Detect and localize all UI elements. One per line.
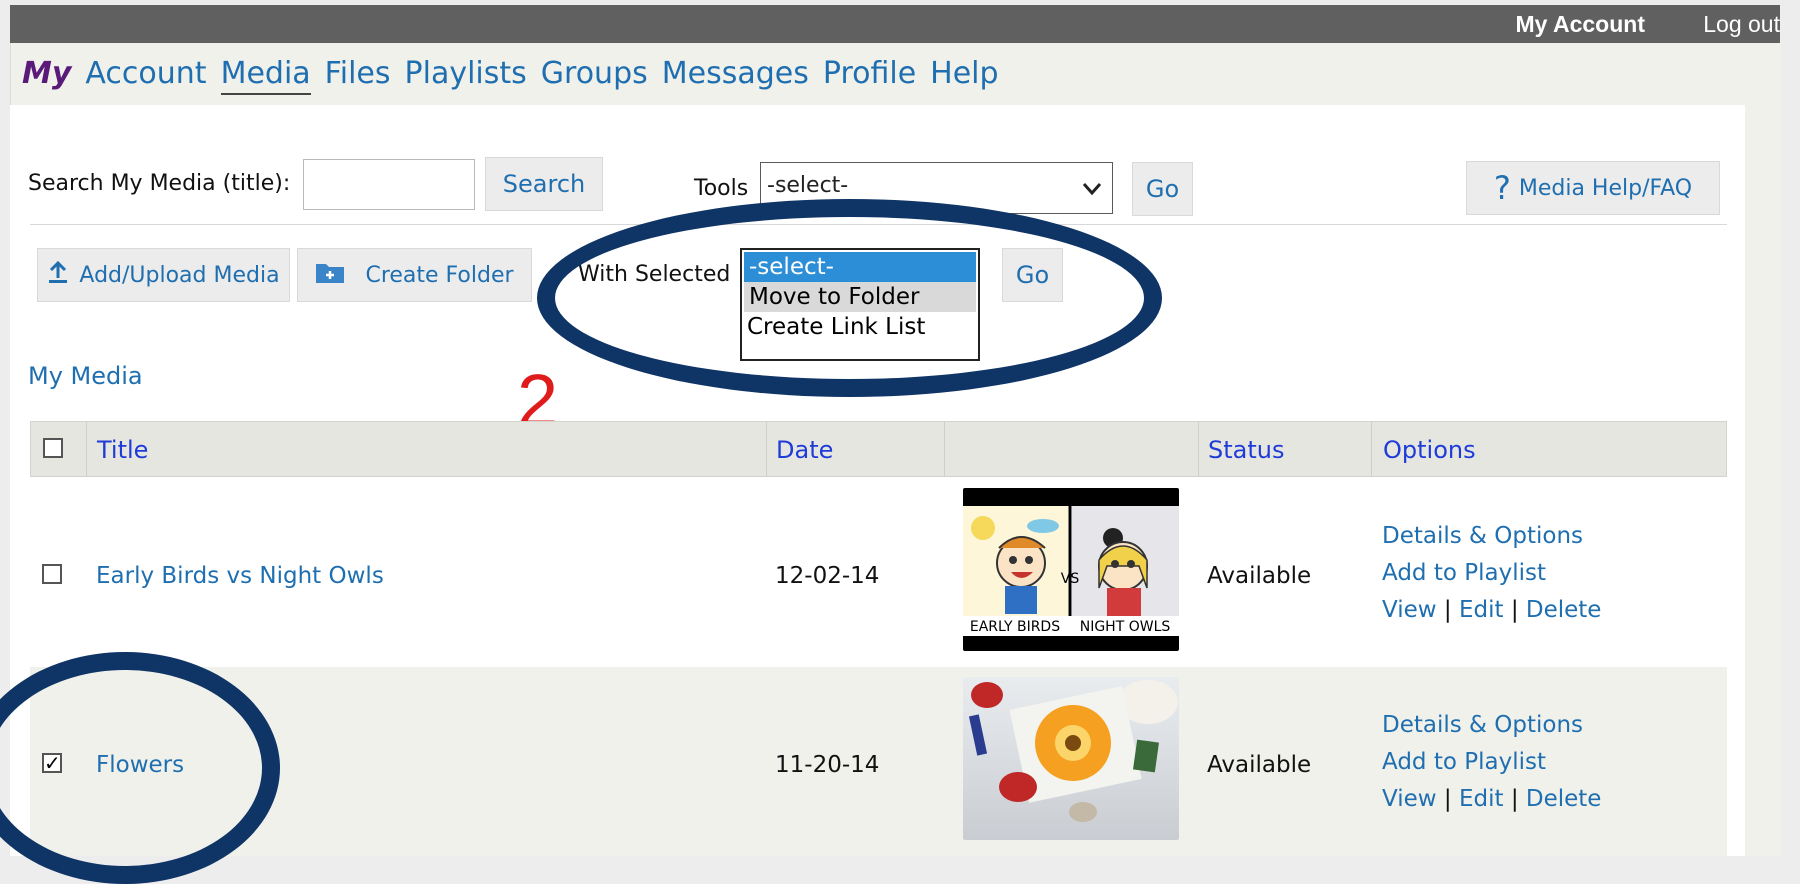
column-divider xyxy=(766,422,767,477)
early-birds-thumbnail-art: VS EARLY BIRDS NIGHT OWLS xyxy=(963,506,1179,636)
logout-link[interactable]: Log out xyxy=(1703,11,1780,38)
svg-text:EARLY BIRDS: EARLY BIRDS xyxy=(970,619,1060,635)
add-upload-media-label: Add/Upload Media xyxy=(79,262,280,288)
delete-link[interactable]: Delete xyxy=(1526,786,1602,812)
media-status: Available xyxy=(1207,563,1312,589)
media-help-label: Media Help/FAQ xyxy=(1518,175,1693,201)
column-header-date[interactable]: Date xyxy=(776,436,833,464)
upload-icon xyxy=(47,260,69,290)
separator: | xyxy=(1443,597,1459,623)
separator: | xyxy=(1510,786,1526,812)
nav-item-files[interactable]: Files xyxy=(325,56,391,91)
table-row: Early Birds vs Night Owls 12-02-14 VS EA… xyxy=(30,477,1727,667)
column-header-options: Options xyxy=(1383,436,1476,464)
table-header: Title Date Status Options xyxy=(30,421,1727,477)
add-to-playlist-link[interactable]: Add to Playlist xyxy=(1382,749,1546,775)
select-all-checkbox[interactable] xyxy=(43,438,63,458)
main-nav: My Account Media Files Playlists Groups … xyxy=(22,56,999,95)
tools-label: Tools xyxy=(694,176,749,201)
top-bar: My Account Log out xyxy=(10,5,1780,43)
nav-item-messages[interactable]: Messages xyxy=(662,56,809,91)
edit-link[interactable]: Edit xyxy=(1459,786,1504,812)
media-thumbnail[interactable]: VS EARLY BIRDS NIGHT OWLS xyxy=(963,488,1179,651)
row-actions: View | Edit | Delete xyxy=(1382,597,1601,623)
flowers-thumbnail-art xyxy=(963,677,1179,840)
nav-item-help[interactable]: Help xyxy=(930,56,998,91)
row-actions: View | Edit | Delete xyxy=(1382,786,1601,812)
column-header-title[interactable]: Title xyxy=(97,436,148,464)
nav-item-account[interactable]: Account xyxy=(85,56,206,91)
media-date: 12-02-14 xyxy=(775,563,880,589)
row-checkbox[interactable] xyxy=(42,564,62,584)
nav-item-groups[interactable]: Groups xyxy=(541,56,648,91)
column-divider xyxy=(1198,422,1199,477)
separator: | xyxy=(1510,597,1526,623)
search-button[interactable]: Search xyxy=(485,157,603,211)
nav-my-label: My xyxy=(22,56,72,91)
tools-selected-value: -select- xyxy=(767,173,849,198)
details-options-link[interactable]: Details & Options xyxy=(1382,523,1583,549)
my-account-link[interactable]: My Account xyxy=(1516,11,1646,38)
edit-link[interactable]: Edit xyxy=(1459,597,1504,623)
column-divider xyxy=(944,422,945,477)
my-media-heading[interactable]: My Media xyxy=(28,362,143,390)
view-link[interactable]: View xyxy=(1382,597,1437,623)
nav-item-profile[interactable]: Profile xyxy=(823,56,916,91)
question-icon: ? xyxy=(1493,169,1511,207)
nav-item-media[interactable]: Media xyxy=(220,56,311,95)
folder-plus-icon xyxy=(315,260,345,290)
chevron-down-icon xyxy=(1082,177,1102,202)
media-date: 11-20-14 xyxy=(775,752,880,778)
search-label: Search My Media (title): xyxy=(28,171,291,196)
nav-item-playlists[interactable]: Playlists xyxy=(405,56,527,91)
add-upload-media-button[interactable]: Add/Upload Media xyxy=(37,248,290,302)
column-header-status[interactable]: Status xyxy=(1208,436,1284,464)
media-thumbnail[interactable] xyxy=(963,677,1179,840)
details-options-link[interactable]: Details & Options xyxy=(1382,712,1583,738)
view-link[interactable]: View xyxy=(1382,786,1437,812)
media-title-link[interactable]: Early Birds vs Night Owls xyxy=(96,563,384,589)
column-divider xyxy=(1371,422,1372,477)
table-row: ✓ Flowers 11-20-14 Available Details & O… xyxy=(30,667,1727,856)
svg-text:VS: VS xyxy=(1061,571,1080,587)
tools-go-button[interactable]: Go xyxy=(1132,162,1193,216)
column-divider xyxy=(86,422,87,477)
separator: | xyxy=(1443,786,1459,812)
delete-link[interactable]: Delete xyxy=(1526,597,1602,623)
annotation-ellipse-dropdown xyxy=(537,199,1162,397)
add-to-playlist-link[interactable]: Add to Playlist xyxy=(1382,560,1546,586)
media-status: Available xyxy=(1207,752,1312,778)
create-folder-button[interactable]: Create Folder xyxy=(297,248,532,302)
create-folder-label: Create Folder xyxy=(365,262,514,288)
svg-text:NIGHT OWLS: NIGHT OWLS xyxy=(1080,619,1171,635)
media-help-button[interactable]: ? Media Help/FAQ xyxy=(1466,161,1720,215)
search-input[interactable] xyxy=(303,159,475,210)
